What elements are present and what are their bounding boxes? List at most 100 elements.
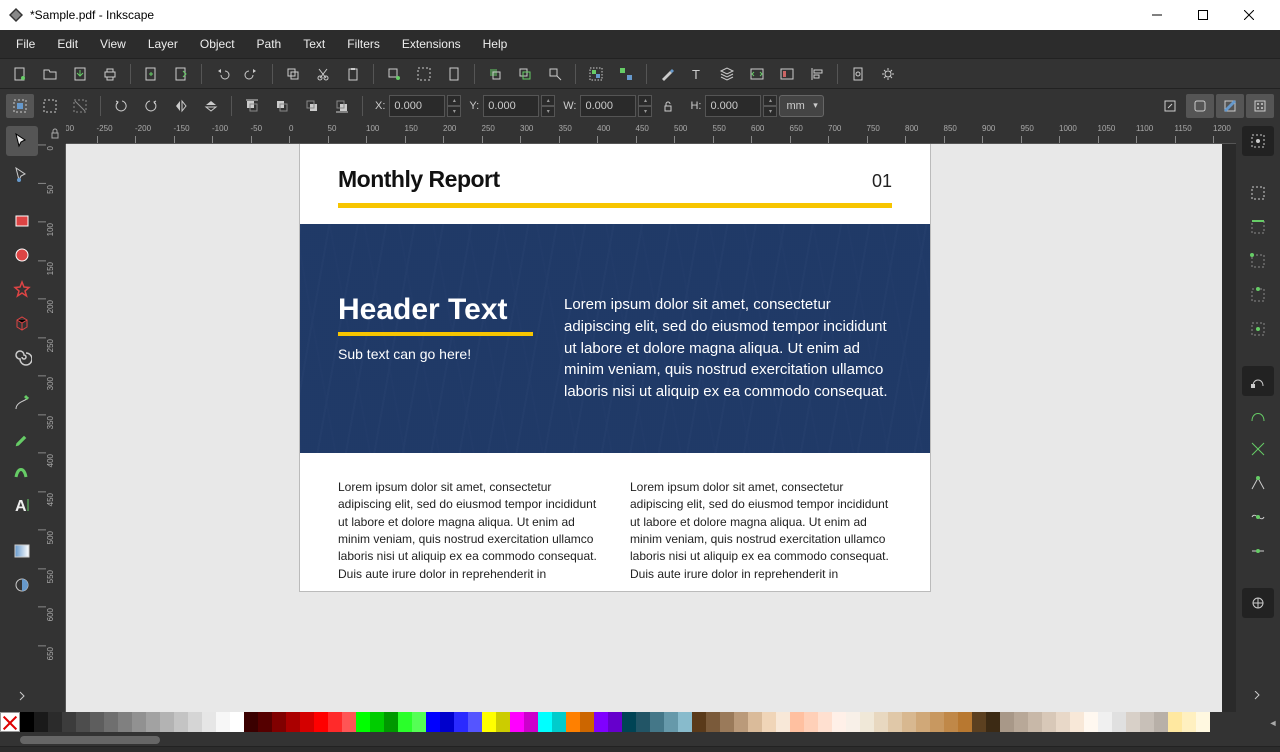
swatch[interactable] [804, 712, 818, 732]
export-button[interactable] [167, 62, 195, 86]
swatch[interactable] [1168, 712, 1182, 732]
h-input[interactable] [705, 95, 761, 117]
flip-v-button[interactable] [197, 94, 225, 118]
swatch[interactable] [188, 712, 202, 732]
swatch[interactable] [958, 712, 972, 732]
swatch[interactable] [342, 712, 356, 732]
expand-snapbar[interactable] [1242, 682, 1274, 712]
expand-toolbox[interactable] [6, 682, 38, 712]
snap-path-button[interactable] [1242, 400, 1274, 430]
swatch[interactable] [160, 712, 174, 732]
flip-h-button[interactable] [167, 94, 195, 118]
swatch[interactable] [398, 712, 412, 732]
swatch[interactable] [1042, 712, 1056, 732]
move-gradients-button[interactable] [1216, 94, 1244, 118]
swatch[interactable] [1056, 712, 1070, 732]
duplicate-button[interactable] [481, 62, 509, 86]
print-button[interactable] [96, 62, 124, 86]
swatch[interactable] [174, 712, 188, 732]
swatch[interactable] [48, 712, 62, 732]
align-button[interactable] [803, 62, 831, 86]
swatch[interactable] [286, 712, 300, 732]
swatch[interactable] [76, 712, 90, 732]
swatch[interactable] [1154, 712, 1168, 732]
lower-button[interactable] [298, 94, 326, 118]
swatch[interactable] [594, 712, 608, 732]
swatch[interactable] [454, 712, 468, 732]
swatch[interactable] [1000, 712, 1014, 732]
swatch[interactable] [888, 712, 902, 732]
swatch[interactable] [622, 712, 636, 732]
y-spinner[interactable]: ▴▾ [541, 95, 555, 117]
swatch[interactable] [104, 712, 118, 732]
swatch[interactable] [202, 712, 216, 732]
palette-menu[interactable]: ◄ [1266, 712, 1280, 734]
rect-tool[interactable] [6, 206, 38, 236]
fill-stroke-button[interactable] [653, 62, 681, 86]
swatch[interactable] [580, 712, 594, 732]
snap-intersect-button[interactable] [1242, 434, 1274, 464]
w-spinner[interactable]: ▴▾ [638, 95, 652, 117]
select-in-layers-button[interactable] [36, 94, 64, 118]
swatch[interactable] [832, 712, 846, 732]
swatch[interactable] [706, 712, 720, 732]
swatch[interactable] [762, 712, 776, 732]
open-button[interactable] [36, 62, 64, 86]
swatch[interactable] [118, 712, 132, 732]
swatch[interactable] [846, 712, 860, 732]
prefs-button[interactable] [874, 62, 902, 86]
spiral-tool[interactable] [6, 342, 38, 372]
lower-bottom-button[interactable] [328, 94, 356, 118]
swatch[interactable] [384, 712, 398, 732]
swatch[interactable] [244, 712, 258, 732]
swatch[interactable] [552, 712, 566, 732]
ungroup-button[interactable] [612, 62, 640, 86]
group-button[interactable] [582, 62, 610, 86]
swatch[interactable] [1126, 712, 1140, 732]
maximize-button[interactable] [1180, 0, 1226, 30]
swatch[interactable] [776, 712, 790, 732]
swatch[interactable] [902, 712, 916, 732]
swatch[interactable] [636, 712, 650, 732]
swatch[interactable] [1182, 712, 1196, 732]
swatch[interactable] [216, 712, 230, 732]
text-tool[interactable]: A [6, 490, 38, 520]
hscrollbar[interactable] [0, 734, 1280, 746]
x-input[interactable] [389, 95, 445, 117]
swatch[interactable] [1084, 712, 1098, 732]
selectors-button[interactable] [773, 62, 801, 86]
document-page[interactable]: Monthly Report 01 Header Text Sub text c… [300, 144, 930, 591]
swatch[interactable] [986, 712, 1000, 732]
dropper-tool[interactable] [6, 570, 38, 600]
snap-bbox-corner-button[interactable] [1242, 246, 1274, 276]
swatch[interactable] [314, 712, 328, 732]
move-patterns-button[interactable] [1246, 94, 1274, 118]
swatch[interactable] [1140, 712, 1154, 732]
swatch[interactable] [972, 712, 986, 732]
swatch[interactable] [678, 712, 692, 732]
menu-path[interactable]: Path [247, 33, 292, 55]
raise-button[interactable] [268, 94, 296, 118]
lock-ratio-button[interactable] [654, 94, 682, 118]
unit-select[interactable]: mm [779, 95, 823, 117]
ruler-top[interactable]: -300-250-200-150-100-5005010015020025030… [66, 122, 1236, 144]
minimize-button[interactable] [1134, 0, 1180, 30]
swatch[interactable] [132, 712, 146, 732]
canvas[interactable]: Monthly Report 01 Header Text Sub text c… [66, 144, 1222, 712]
w-input[interactable] [580, 95, 636, 117]
zoom-drawing-button[interactable] [410, 62, 438, 86]
swatch[interactable] [1028, 712, 1042, 732]
layers-button[interactable] [713, 62, 741, 86]
swatch[interactable] [1014, 712, 1028, 732]
swatch[interactable] [370, 712, 384, 732]
swatch[interactable] [328, 712, 342, 732]
menu-view[interactable]: View [90, 33, 136, 55]
snap-cusp-button[interactable] [1242, 468, 1274, 498]
rotate-cw-button[interactable] [137, 94, 165, 118]
swatch[interactable] [1196, 712, 1210, 732]
swatch[interactable] [20, 712, 34, 732]
selector-tool[interactable] [6, 126, 38, 156]
swatch[interactable] [916, 712, 930, 732]
scale-stroke-button[interactable] [1156, 94, 1184, 118]
snap-others-button[interactable] [1242, 588, 1274, 618]
